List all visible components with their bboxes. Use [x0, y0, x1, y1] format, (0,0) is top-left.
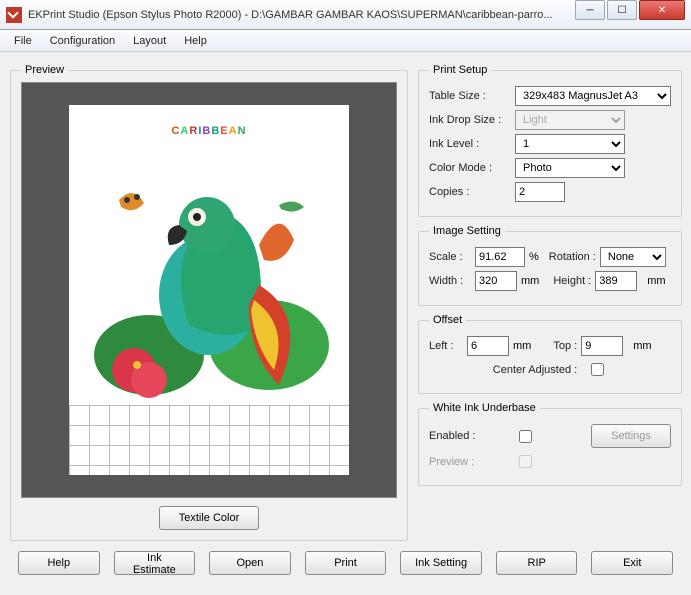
- minimize-button[interactable]: ─: [575, 0, 605, 20]
- preview-group: Preview CARIBBEAN: [10, 64, 408, 541]
- close-button[interactable]: ✕: [639, 0, 685, 20]
- open-button[interactable]: Open: [209, 551, 291, 575]
- offset-top-input[interactable]: [581, 336, 623, 356]
- textile-color-button[interactable]: Textile Color: [159, 506, 259, 530]
- percent-label: %: [529, 251, 539, 263]
- exit-button[interactable]: Exit: [591, 551, 673, 575]
- app-icon: [6, 7, 22, 23]
- preview-legend: Preview: [21, 64, 68, 76]
- offset-top-label: Top :: [553, 340, 577, 352]
- table-size-label: Table Size :: [429, 90, 511, 102]
- height-label: Height :: [553, 275, 591, 287]
- rotation-label: Rotation :: [549, 251, 596, 263]
- image-setting-legend: Image Setting: [429, 225, 505, 237]
- height-mm: mm: [647, 275, 665, 287]
- help-button[interactable]: Help: [18, 551, 100, 575]
- preview-grid: [69, 405, 349, 475]
- maximize-button[interactable]: ☐: [607, 0, 637, 20]
- copies-label: Copies :: [429, 186, 511, 198]
- ink-estimate-button[interactable]: Ink Estimate: [114, 551, 196, 575]
- rip-button[interactable]: RIP: [496, 551, 578, 575]
- menu-configuration[interactable]: Configuration: [42, 33, 123, 49]
- window-title: EKPrint Studio (Epson Stylus Photo R2000…: [28, 9, 575, 21]
- offset-left-mm: mm: [513, 340, 531, 352]
- ink-drop-select: Light: [515, 110, 625, 130]
- color-mode-select[interactable]: Photo: [515, 158, 625, 178]
- width-mm: mm: [521, 275, 539, 287]
- center-adjusted-checkbox[interactable]: [591, 363, 604, 376]
- menu-bar: File Configuration Layout Help: [0, 30, 691, 52]
- ink-level-select[interactable]: 1: [515, 134, 625, 154]
- preview-label: Preview :: [429, 456, 511, 468]
- white-ink-group: White Ink Underbase Enabled : Settings P…: [418, 402, 682, 486]
- preview-checkbox: [519, 455, 532, 468]
- offset-group: Offset Left : mm Top : mm Center Adjuste…: [418, 314, 682, 394]
- width-input[interactable]: [475, 271, 517, 291]
- settings-button: Settings: [591, 424, 671, 448]
- ink-drop-label: Ink Drop Size :: [429, 114, 511, 126]
- print-button[interactable]: Print: [305, 551, 387, 575]
- center-adjusted-label: Center Adjusted :: [493, 364, 577, 376]
- scale-label: Scale :: [429, 251, 471, 263]
- bottom-button-bar: Help Ink Estimate Open Print Ink Setting…: [10, 551, 681, 575]
- enabled-checkbox[interactable]: [519, 430, 532, 443]
- offset-left-input[interactable]: [467, 336, 509, 356]
- scale-input[interactable]: [475, 247, 525, 267]
- ink-level-label: Ink Level :: [429, 138, 511, 150]
- preview-canvas[interactable]: CARIBBEAN: [21, 82, 397, 498]
- width-label: Width :: [429, 275, 471, 287]
- ink-setting-button[interactable]: Ink Setting: [400, 551, 482, 575]
- title-bar: EKPrint Studio (Epson Stylus Photo R2000…: [0, 0, 691, 30]
- enabled-label: Enabled :: [429, 430, 511, 442]
- offset-legend: Offset: [429, 314, 466, 326]
- menu-layout[interactable]: Layout: [125, 33, 174, 49]
- print-setup-group: Print Setup Table Size : 329x483 MagnusJ…: [418, 64, 682, 217]
- white-ink-legend: White Ink Underbase: [429, 402, 540, 414]
- rotation-select[interactable]: None: [600, 247, 666, 267]
- artwork-image: [79, 145, 339, 405]
- print-setup-legend: Print Setup: [429, 64, 491, 76]
- preview-page: CARIBBEAN: [69, 105, 349, 475]
- content-area: Preview CARIBBEAN: [0, 52, 691, 595]
- color-mode-label: Color Mode :: [429, 162, 511, 174]
- height-input[interactable]: [595, 271, 637, 291]
- offset-top-mm: mm: [633, 340, 651, 352]
- offset-left-label: Left :: [429, 340, 463, 352]
- menu-file[interactable]: File: [6, 33, 40, 49]
- image-setting-group: Image Setting Scale : % Rotation : None …: [418, 225, 682, 306]
- artwork-text: CARIBBEAN: [69, 111, 349, 141]
- copies-input[interactable]: [515, 182, 565, 202]
- menu-help[interactable]: Help: [176, 33, 215, 49]
- table-size-select[interactable]: 329x483 MagnusJet A3: [515, 86, 671, 106]
